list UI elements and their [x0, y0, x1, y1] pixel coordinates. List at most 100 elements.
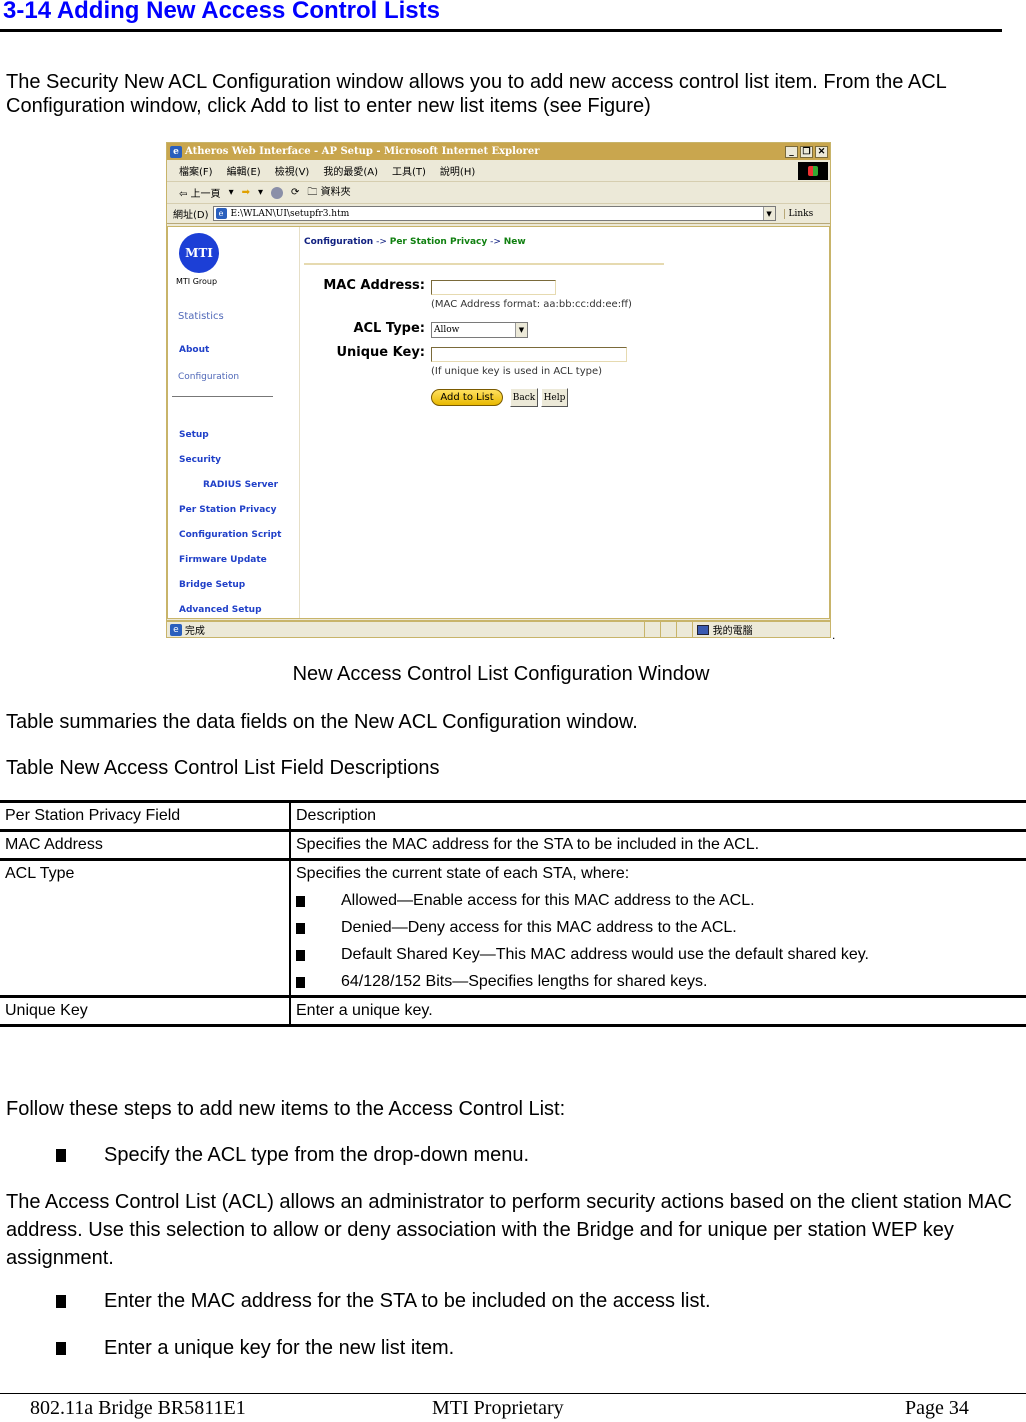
close-button[interactable]: ✕ — [815, 145, 828, 158]
add-to-list-button[interactable]: Add to List — [431, 389, 503, 406]
breadcrumb-per-station-privacy[interactable]: Per Station Privacy — [390, 237, 488, 247]
row-field: Unique Key — [0, 996, 291, 1026]
sidebar-item-radius-server[interactable]: RADIUS Server — [203, 480, 278, 490]
minimize-button[interactable]: _ — [785, 145, 798, 158]
row-description: Specifies the MAC address for the STA to… — [296, 836, 760, 853]
acl-type-select[interactable]: Allow ▼ — [431, 322, 528, 338]
table-intro: Table summaries the data fields on the N… — [6, 711, 638, 733]
zone-text: 我的電腦 — [712, 626, 753, 637]
header-description: Description — [296, 807, 377, 824]
chevron-down-icon[interactable]: ▼ — [515, 323, 527, 337]
table-title: Table New Access Control List Field Desc… — [6, 757, 440, 779]
footer-proprietary: MTI Proprietary — [432, 1397, 564, 1419]
footer-page-number: Page 34 — [905, 1397, 969, 1419]
unique-key-input[interactable] — [431, 347, 627, 362]
address-dropdown-icon[interactable]: ▼ — [762, 207, 775, 220]
intro-paragraph: The Security New ACL Configuration windo… — [6, 71, 947, 117]
browser-title-bar: e Atheros Web Interface - AP Setup - Mic… — [167, 143, 830, 160]
table-row: MAC Address Specifies the MAC address fo… — [0, 830, 1026, 860]
row-description: Enter a unique key. — [296, 1002, 433, 1019]
unique-key-label: Unique Key: — [336, 345, 425, 360]
help-button[interactable]: Help — [541, 388, 568, 407]
sidebar-item-statistics[interactable]: Statistics — [178, 311, 224, 322]
menu-edit[interactable]: 編輯(E) — [227, 163, 261, 178]
sidebar-item-firmware-update[interactable]: Firmware Update — [179, 555, 267, 565]
figure-browser-screenshot: e Atheros Web Interface - AP Setup - Mic… — [166, 142, 831, 638]
sidebar-divider — [172, 396, 273, 397]
bullet-item: 64/128/152 Bits—Specifies lengths for sh… — [296, 973, 1021, 991]
forward-dropdown-icon[interactable]: ▾ — [258, 187, 263, 198]
browser-title: Atheros Web Interface - AP Setup - Micro… — [185, 146, 540, 157]
sidebar-item-advanced-setup[interactable]: Advanced Setup — [179, 605, 262, 615]
sidebar-item-configuration[interactable]: Configuration — [178, 372, 239, 382]
bullet-square-icon — [296, 976, 305, 988]
step-item: Specify the ACL type from the drop-down … — [56, 1144, 529, 1167]
menu-favorites[interactable]: 我的最愛(A) — [323, 163, 378, 178]
restore-button[interactable]: ❐ — [800, 145, 813, 158]
links-button[interactable]: Links — [783, 208, 813, 219]
page-icon: e — [215, 208, 227, 219]
breadcrumb-configuration[interactable]: Configuration — [304, 237, 373, 247]
mac-address-input[interactable] — [431, 280, 556, 295]
steps-intro: Follow these steps to add new items to t… — [6, 1098, 566, 1120]
bullet-square-icon — [296, 922, 305, 934]
bullet-square-icon — [56, 1295, 66, 1308]
address-input[interactable]: e E:\WLAN\UI\setupfr3.htm ▼ — [212, 206, 776, 221]
bullet-square-icon — [56, 1342, 66, 1355]
sidebar-item-security[interactable]: Security — [179, 455, 221, 465]
back-form-button[interactable]: Back — [510, 388, 538, 407]
bullet-item: Denied—Deny access for this MAC address … — [296, 919, 1021, 937]
mac-address-hint: (MAC Address format: aa:bb:cc:dd:ee:ff) — [431, 299, 632, 310]
mti-logo: MTI — [179, 233, 219, 273]
table-header-row: Per Station Privacy Field Description — [0, 801, 1026, 831]
sidebar-item-about[interactable]: About — [179, 345, 209, 355]
breadcrumb-new: New — [503, 237, 526, 247]
browser-toolbar: ⇦ 上一頁 ▾ ➡ ▾ ⟳ 🗀 資料夾 — [167, 182, 830, 204]
table-row: ACL Type Specifies the current state of … — [0, 859, 1026, 997]
ie-logo-icon: e — [170, 145, 182, 158]
breadcrumb-rule — [304, 263, 664, 265]
step-item: Enter the MAC address for the STA to be … — [56, 1290, 711, 1313]
row-description: Specifies the current state of each STA,… — [290, 860, 1026, 997]
web-sidebar: MTI MTI Group Statistics About Configura… — [168, 227, 300, 618]
bullet-item: Default Shared Key—This MAC address woul… — [296, 946, 1021, 964]
sidebar-item-bridge-setup[interactable]: Bridge Setup — [179, 580, 245, 590]
menu-help[interactable]: 說明(H) — [440, 163, 475, 178]
status-text: 完成 — [184, 626, 205, 637]
menu-view[interactable]: 檢視(V) — [275, 163, 310, 178]
refresh-icon[interactable]: ⟳ — [291, 187, 299, 198]
bullet-square-icon — [56, 1149, 66, 1162]
windows-flag-icon — [798, 162, 828, 180]
menu-tools[interactable]: 工具(T) — [392, 163, 426, 178]
heading-rule — [0, 29, 1002, 32]
field-descriptions-table: Per Station Privacy Field Description MA… — [0, 800, 1026, 1027]
forward-button[interactable]: ➡ — [242, 187, 250, 198]
back-button[interactable]: ⇦ 上一頁 — [179, 185, 221, 200]
step-item: Enter a unique key for the new list item… — [56, 1337, 454, 1360]
address-label: 網址(D) — [173, 210, 209, 221]
footer-rule — [0, 1393, 1026, 1394]
browser-content: MTI MTI Group Statistics About Configura… — [167, 226, 830, 619]
acl-type-value: Allow — [434, 325, 460, 335]
browser-menu-bar: 檔案(F) 編輯(E) 檢視(V) 我的最愛(A) 工具(T) 說明(H) — [167, 160, 830, 182]
back-dropdown-icon[interactable]: ▾ — [229, 187, 234, 198]
sidebar-item-per-station-privacy[interactable]: Per Station Privacy — [179, 505, 277, 515]
browser-status-bar: e 完成 我的電腦 — [167, 620, 830, 637]
folders-button[interactable]: 🗀 資料夾 — [307, 183, 350, 202]
figure-caption: New Access Control List Configuration Wi… — [292, 663, 710, 685]
table-row: Unique Key Enter a unique key. — [0, 996, 1026, 1026]
stop-icon[interactable] — [271, 186, 284, 199]
zone-indicator: 我的電腦 — [691, 622, 830, 637]
row-field: ACL Type — [0, 859, 291, 997]
menu-file[interactable]: 檔案(F) — [179, 163, 213, 178]
figure-period: . — [832, 628, 836, 642]
sidebar-item-setup[interactable]: Setup — [179, 430, 209, 440]
sidebar-item-configuration-script[interactable]: Configuration Script — [179, 530, 281, 540]
row-description-text: Specifies the current state of each STA,… — [296, 865, 630, 882]
web-main: Configuration -> Per Station Privacy -> … — [301, 227, 829, 618]
header-field: Per Station Privacy Field — [0, 801, 291, 831]
row-field: MAC Address — [0, 830, 291, 860]
mac-address-label: MAC Address: — [323, 278, 425, 293]
acl-paragraph: The Access Control List (ACL) allows an … — [6, 1191, 1012, 1269]
breadcrumb: Configuration -> Per Station Privacy -> … — [304, 237, 526, 247]
